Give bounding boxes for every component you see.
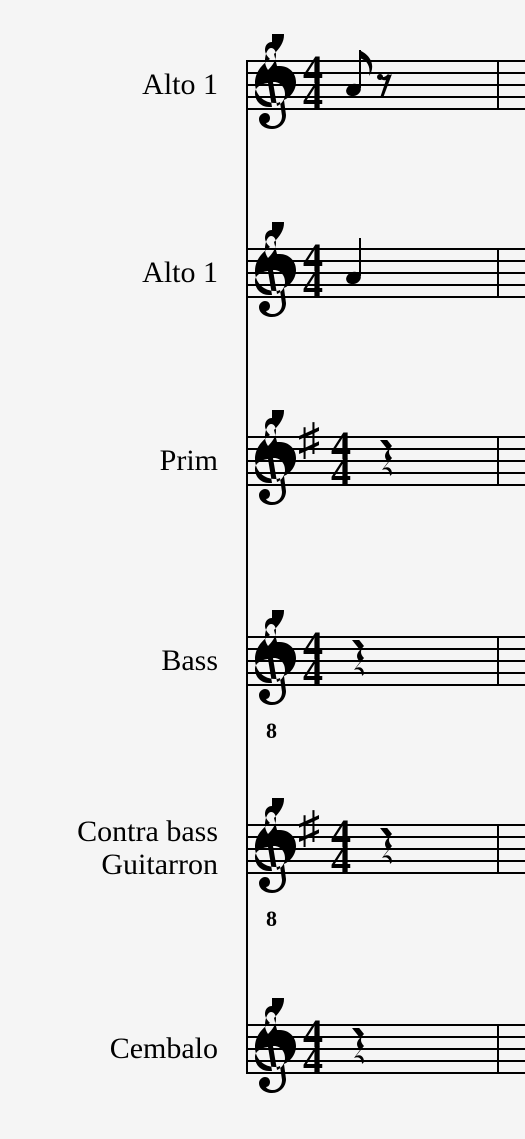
staff-lines: 44 [246,1024,525,1072]
staff-label-area: Bass [0,636,230,684]
staff-label: Guitarron [101,848,218,881]
staff-alto1a: Alto 1 44 [0,60,525,180]
treble-clef [250,222,296,332]
staff-alto1b: Alto 1 44 [0,248,525,368]
time-sig-denominator: 4 [298,659,328,685]
note-stem [359,238,361,276]
time-sig-denominator: 4 [326,847,356,873]
quarter-rest [348,640,364,682]
time-signature: 44 [298,633,328,687]
barline [497,636,499,684]
staff-label: Cembalo [110,1032,218,1065]
barline [497,824,499,872]
treble-clef [250,610,296,720]
staff-lines: 8♯44 [246,824,525,872]
music-score: Alto 144Alto 144Prim♯44Bass844Contra bas… [0,0,525,1139]
time-signature: 44 [298,57,328,111]
staff-label: Alto 1 [142,68,218,101]
staff-lines: 844 [246,636,525,684]
staff-label-area: Contra bassGuitarron [0,824,230,872]
time-signature: 44 [326,821,356,875]
barline [497,60,499,108]
time-signature: 44 [326,433,356,487]
quarter-rest [376,828,392,870]
staff-label-area: Alto 1 [0,248,230,296]
quarter-rest [376,440,392,482]
staff-contrabass: Contra bassGuitarron 8♯44 [0,824,525,944]
treble-clef [250,410,296,520]
time-sig-denominator: 4 [298,271,328,297]
staff-bass: Bass844 [0,636,525,756]
time-sig-denominator: 4 [326,459,356,485]
eighth-flag [359,50,373,76]
staff-lines: 44 [246,248,525,296]
eighth-rest [376,70,394,100]
staff-label-area: Cembalo [0,1024,230,1072]
time-signature: 44 [298,1021,328,1075]
staff-cembalo: Cembalo 44 [0,1024,525,1139]
staff-prim: Prim ♯44 [0,436,525,556]
staff-label: Prim [160,444,218,477]
treble-clef [250,998,296,1108]
staff-label: Alto 1 [142,256,218,289]
barline [497,436,499,484]
staff-label: Bass [161,644,218,677]
barline [497,248,499,296]
staff-lines: ♯44 [246,436,525,484]
time-sig-denominator: 4 [298,1047,328,1073]
staff-label: Contra bass [77,815,218,848]
treble-clef [250,34,296,144]
staff-label-area: Prim [0,436,230,484]
treble-clef [250,798,296,908]
staff-lines: 44 [246,60,525,108]
clef-octave-indicator: 8 [266,906,277,932]
clef-octave-indicator: 8 [266,718,277,744]
quarter-rest [348,1028,364,1070]
barline [497,1024,499,1072]
time-sig-denominator: 4 [298,83,328,109]
time-signature: 44 [298,245,328,299]
staff-label-area: Alto 1 [0,60,230,108]
